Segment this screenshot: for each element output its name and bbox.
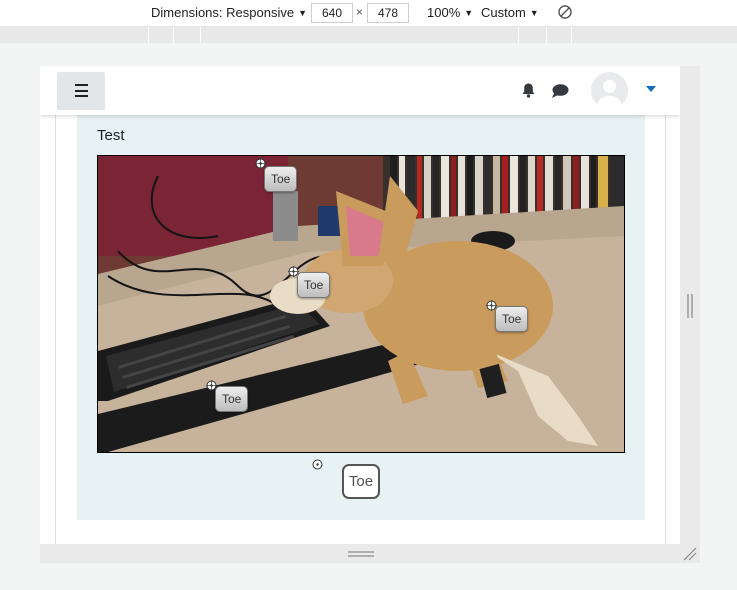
hamburger-icon[interactable] — [57, 72, 105, 110]
placed-label[interactable]: Toe — [215, 386, 249, 412]
media-query-ruler[interactable] — [0, 27, 737, 43]
throttle-label: Custom — [481, 5, 526, 20]
bell-icon[interactable] — [520, 82, 537, 99]
rotate-icon[interactable] — [557, 4, 573, 20]
navbar — [40, 66, 680, 115]
throttle-dropdown[interactable]: Custom ▼ — [481, 5, 539, 20]
height-input[interactable]: 478 — [367, 3, 409, 23]
crosshair-icon — [312, 459, 323, 470]
placed-label[interactable]: Toe — [495, 306, 529, 332]
question-text: Test — [97, 127, 125, 144]
zoom-dropdown[interactable]: 100% ▼ — [427, 5, 473, 20]
chat-icon[interactable] — [551, 83, 569, 99]
zoom-label: 100% — [427, 5, 461, 20]
dimensions-dropdown[interactable]: Dimensions: Responsive ▼ — [151, 5, 307, 20]
placed-label[interactable]: Toe — [264, 166, 298, 192]
question-area: Test Toe Toe Toe Toe Toe — [77, 115, 645, 520]
dropdown-arrow-icon: ▼ — [529, 8, 539, 18]
draggable-label-home[interactable]: Toe — [342, 464, 380, 499]
background-photo — [97, 155, 625, 453]
page-content: Test Toe Toe Toe Toe Toe — [55, 115, 666, 544]
dimensions-label: Dimensions: Responsive — [151, 5, 295, 20]
resize-handle-right[interactable] — [680, 66, 700, 544]
width-input[interactable]: 640 — [311, 3, 353, 23]
chevron-down-icon[interactable] — [646, 86, 656, 92]
dropdown-arrow-icon: ▼ — [298, 8, 307, 18]
resize-handle-corner[interactable] — [680, 544, 700, 563]
dropdown-arrow-icon: ▼ — [464, 8, 474, 18]
times-sign: × — [356, 5, 364, 19]
avatar[interactable] — [591, 72, 628, 109]
resize-handle-bottom[interactable] — [40, 544, 680, 563]
devtools-toolbar: Dimensions: Responsive ▼ 640 × 478 100% ▼ … — [0, 0, 737, 27]
placed-label[interactable]: Toe — [297, 272, 331, 298]
device-viewport: Test Toe Toe Toe Toe Toe — [40, 66, 680, 544]
